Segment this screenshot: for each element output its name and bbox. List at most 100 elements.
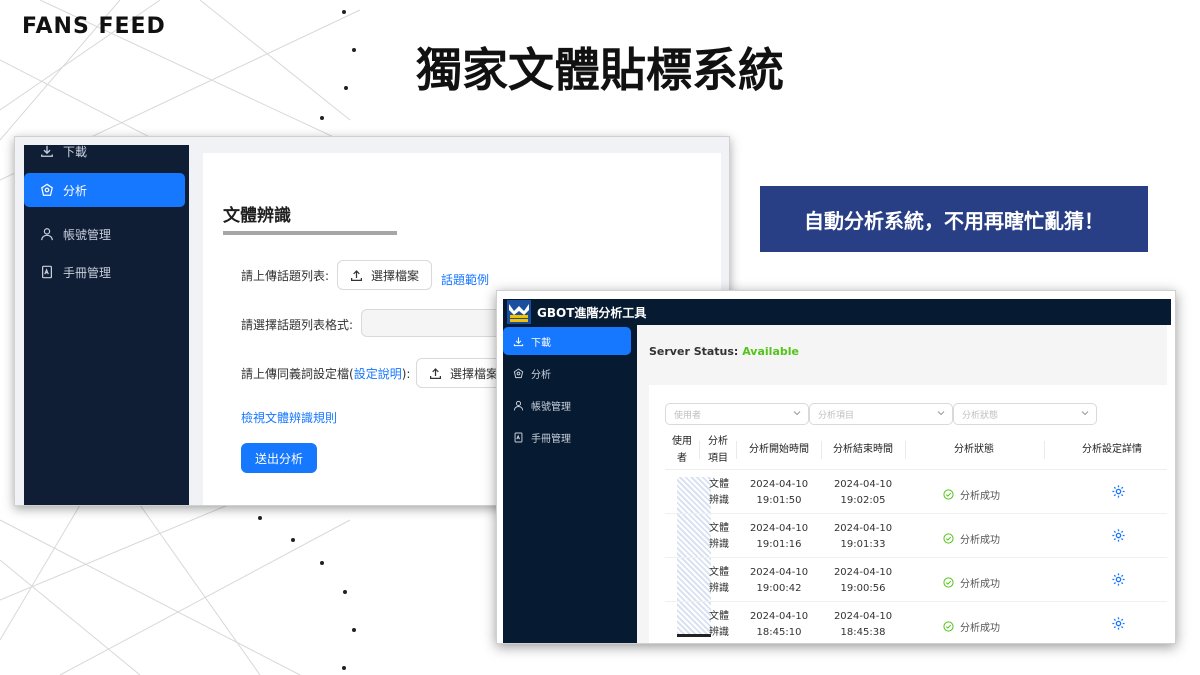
- sidebar-item-label: 手冊管理: [531, 433, 571, 445]
- status-text: 分析成功: [960, 535, 1000, 546]
- column-separator: [821, 441, 822, 459]
- check-circle-icon: [943, 533, 954, 544]
- settings-gear-icon[interactable]: [1111, 616, 1126, 631]
- column-header-settings: 分析設定詳情: [1082, 444, 1142, 455]
- chevron-down-icon: [1081, 411, 1089, 416]
- sidebar-item-account[interactable]: 帳號管理: [503, 391, 637, 419]
- status-text: 分析成功: [960, 579, 1000, 590]
- main-content: Server Status: Available 使用者 分析項目 分析狀態 使…: [637, 325, 1167, 643]
- synonym-settings-link[interactable]: 設定說明: [354, 367, 402, 381]
- end-date: 2024-04-10: [833, 611, 893, 622]
- cell-status: 分析成功: [943, 487, 1000, 502]
- row-divider: [665, 601, 1167, 602]
- choose-file-label: 選擇檔案: [371, 268, 420, 283]
- cell-item: 文體辨識: [709, 567, 729, 594]
- sidebar-item-manual[interactable]: 手冊管理: [503, 423, 637, 451]
- sidebar-item-account[interactable]: 帳號管理: [24, 217, 189, 251]
- start-time: 19:01:50: [756, 495, 802, 506]
- column-header-item: 分析項目: [708, 436, 728, 464]
- start-time: 18:45:10: [756, 627, 802, 638]
- start-date: 2024-04-10: [749, 523, 809, 534]
- format-label: 請選擇話題列表格式:: [241, 318, 354, 332]
- column-header-start: 分析開始時間: [749, 444, 809, 455]
- column-header-user: 使用者: [672, 436, 692, 464]
- sidebar-item-analysis[interactable]: 分析: [503, 359, 637, 387]
- sidebar-item-analysis[interactable]: 分析: [24, 173, 185, 207]
- column-header-end: 分析結束時間: [833, 444, 893, 455]
- analysis-icon: [40, 183, 54, 197]
- synonym-label-prefix: 請上傳同義詞設定檔(: [241, 367, 354, 381]
- start-date: 2024-04-10: [749, 479, 809, 490]
- app-title: GBOT進階分析工具: [537, 306, 647, 320]
- sidebar-item-download[interactable]: 下載: [503, 327, 631, 355]
- upload-icon: [430, 367, 441, 379]
- start-time: 19:00:42: [756, 583, 802, 594]
- settings-gear-icon[interactable]: [1111, 572, 1126, 587]
- cell-end: 2024-04-10 19:00:56: [825, 565, 901, 597]
- start-date: 2024-04-10: [749, 611, 809, 622]
- card-title: 文體辨識: [223, 206, 291, 226]
- sidebar-item-label: 下載: [63, 144, 88, 159]
- server-status-label: Server Status:: [649, 345, 739, 358]
- cell-status: 分析成功: [943, 575, 1000, 590]
- end-date: 2024-04-10: [833, 523, 893, 534]
- settings-gear-icon[interactable]: [1111, 484, 1126, 499]
- column-header-status: 分析狀態: [954, 444, 994, 455]
- check-circle-icon: [943, 577, 954, 588]
- settings-gear-icon[interactable]: [1111, 528, 1126, 543]
- sidebar-item-label: 帳號管理: [531, 401, 571, 413]
- end-date: 2024-04-10: [833, 479, 893, 490]
- view-rules-link[interactable]: 檢視文體辨識規則: [241, 409, 337, 426]
- analysis-history-screenshot: GBOT進階分析工具 下載 分析 帳號管理 手冊管理 Server Status…: [496, 290, 1176, 644]
- status-text: 分析成功: [960, 623, 1000, 634]
- cell-item: 文體辨識: [709, 523, 729, 550]
- column-separator: [736, 441, 737, 459]
- slogan-banner: 自動分析系統，不用再瞎忙亂猜！: [760, 186, 1148, 252]
- page-title: 獨家文體貼標系統: [416, 43, 784, 97]
- cell-start: 2024-04-10 19:01:16: [741, 521, 817, 553]
- filter-placeholder: 分析項目: [818, 410, 855, 421]
- cell-start: 2024-04-10 19:01:50: [741, 477, 817, 509]
- sidebar-item-label: 手冊管理: [63, 265, 112, 280]
- cell-status: 分析成功: [943, 619, 1000, 634]
- check-circle-icon: [943, 621, 954, 632]
- topic-example-link[interactable]: 話題範例: [441, 271, 489, 288]
- cell-status: 分析成功: [943, 531, 1000, 546]
- end-time: 18:45:38: [840, 627, 886, 638]
- start-time: 19:01:16: [756, 539, 802, 550]
- column-separator: [1044, 441, 1045, 459]
- app-header: GBOT進階分析工具: [503, 299, 1171, 325]
- chevron-down-icon: [793, 411, 801, 416]
- download-icon: [40, 144, 54, 158]
- synonym-label-suffix: ):: [401, 367, 411, 381]
- cell-start: 2024-04-10 19:00:42: [741, 565, 817, 597]
- choose-file-button[interactable]: 選擇檔案: [337, 260, 433, 290]
- cell-start: 2024-04-10 18:45:10: [741, 609, 817, 641]
- end-time: 19:02:05: [840, 495, 886, 506]
- end-time: 19:00:56: [840, 583, 886, 594]
- history-panel: 使用者 分析項目 分析狀態 使用者 分析項目 分析開始時間 分析結束時間 分析狀…: [649, 385, 1167, 643]
- upload-icon: [351, 269, 362, 281]
- item-filter-select[interactable]: 分析項目: [809, 403, 953, 425]
- end-date: 2024-04-10: [833, 567, 893, 578]
- row-divider: [665, 557, 1167, 558]
- sidebar-item-label: 帳號管理: [63, 227, 112, 242]
- gbot-logo-icon: [507, 300, 531, 324]
- start-date: 2024-04-10: [749, 567, 809, 578]
- column-separator: [905, 441, 906, 459]
- status-filter-select[interactable]: 分析狀態: [953, 403, 1097, 425]
- sidebar-item-label: 下載: [531, 337, 551, 349]
- sidebar: 下載 分析 帳號管理 手冊管理: [503, 325, 637, 643]
- user-icon: [40, 227, 54, 241]
- cell-end: 2024-04-10 19:01:33: [825, 521, 901, 553]
- sidebar-item-manual[interactable]: 手冊管理: [24, 255, 189, 289]
- submit-analysis-button[interactable]: 送出分析: [241, 443, 317, 473]
- user-filter-select[interactable]: 使用者: [665, 403, 809, 425]
- server-status: Server Status: Available: [649, 345, 799, 358]
- check-circle-icon: [943, 489, 954, 500]
- pdf-icon: [513, 432, 524, 443]
- user-icon: [513, 400, 524, 411]
- download-icon: [513, 336, 524, 347]
- sidebar-item-download[interactable]: 下載: [24, 137, 189, 165]
- filter-placeholder: 使用者: [674, 410, 702, 421]
